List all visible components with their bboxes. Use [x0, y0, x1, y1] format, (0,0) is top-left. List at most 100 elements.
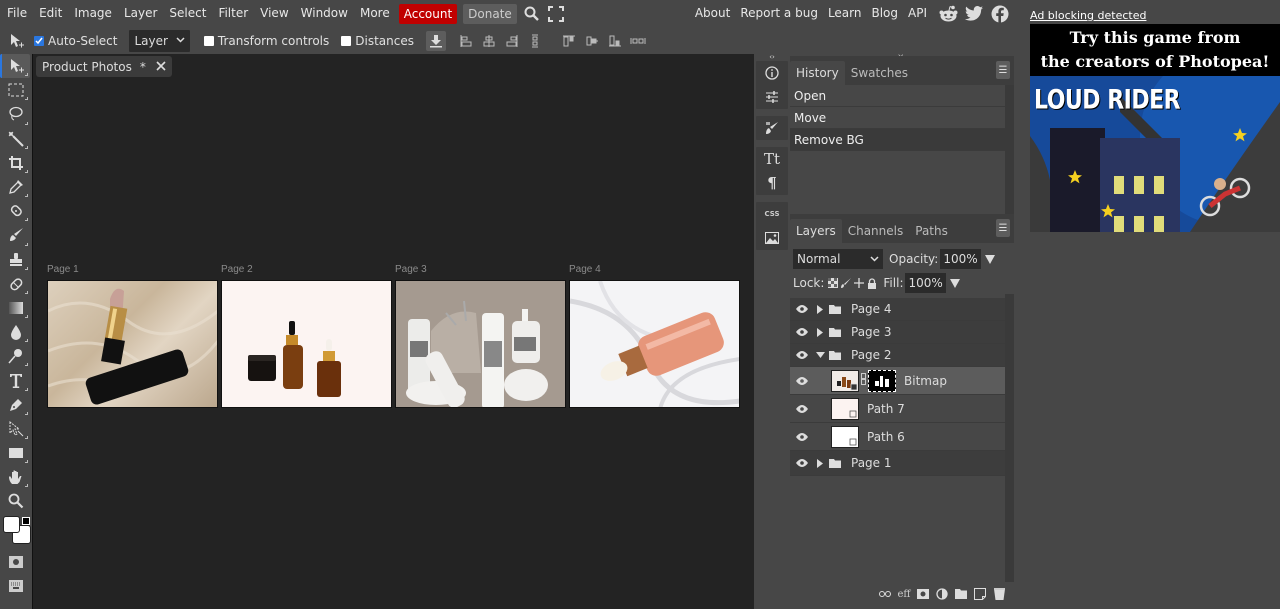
search-icon[interactable] — [522, 4, 542, 24]
donate-button[interactable]: Donate — [463, 3, 517, 24]
character-icon[interactable]: Tt — [756, 147, 788, 171]
artboard-page-3[interactable]: Page 3 — [395, 264, 566, 408]
menu-filter[interactable]: Filter — [212, 0, 254, 27]
align-right-icon[interactable] — [502, 31, 522, 51]
auto-select-checkbox[interactable]: Auto-Select — [34, 34, 117, 48]
lock-transparency-icon[interactable] — [828, 278, 839, 288]
facebook-icon[interactable] — [990, 4, 1010, 24]
align-left-icon[interactable] — [456, 31, 476, 51]
close-icon[interactable] — [156, 59, 166, 75]
align-center-h-icon[interactable] — [479, 31, 499, 51]
clone-stamp-tool[interactable] — [2, 248, 30, 272]
collapse-arrows-icon[interactable]: ‹› — [754, 54, 790, 61]
add-mask-icon[interactable] — [916, 587, 930, 601]
magic-wand-tool[interactable] — [2, 127, 30, 151]
pen-tool[interactable] — [2, 393, 30, 417]
zoom-tool[interactable] — [2, 489, 30, 513]
caret-right-icon[interactable] — [813, 304, 827, 314]
blur-tool[interactable] — [2, 320, 30, 344]
artboard-page-1[interactable]: Page 1 — [47, 264, 218, 408]
tab-channels[interactable]: Channels — [842, 219, 910, 243]
new-layer-icon[interactable] — [973, 587, 987, 601]
checkbox-unchecked-icon[interactable] — [203, 35, 214, 46]
menu-layer[interactable]: Layer — [118, 0, 163, 27]
panel-menu-icon[interactable]: ☰ — [996, 219, 1010, 237]
menu-edit[interactable]: Edit — [33, 0, 68, 27]
tab-swatches[interactable]: Swatches — [845, 61, 914, 85]
menu-view[interactable]: View — [254, 0, 294, 27]
about-link[interactable]: About — [690, 0, 735, 27]
twitter-icon[interactable] — [964, 4, 984, 24]
visibility-eye-icon[interactable] — [791, 328, 813, 336]
report-bug-link[interactable]: Report a bug — [735, 0, 823, 27]
eraser-tool[interactable] — [2, 272, 30, 296]
gradient-tool[interactable] — [2, 296, 30, 320]
type-tool[interactable] — [2, 368, 30, 392]
caret-right-icon[interactable] — [813, 327, 827, 337]
menu-file[interactable]: File — [0, 0, 33, 27]
align-middle-icon[interactable] — [582, 31, 602, 51]
delete-layer-icon[interactable] — [992, 587, 1006, 601]
info-icon[interactable] — [756, 61, 788, 85]
opacity-input[interactable]: 100% — [940, 249, 981, 269]
layer-row-page-2[interactable]: Page 2 — [790, 344, 1005, 367]
mask-link-icon[interactable] — [861, 373, 866, 388]
default-colors-icon[interactable] — [22, 516, 30, 525]
download-icon[interactable] — [426, 30, 446, 51]
account-button[interactable]: Account — [398, 3, 458, 24]
layer-row-page-1[interactable]: Page 1 — [790, 451, 1005, 476]
checkbox-checked-icon[interactable] — [34, 35, 44, 46]
history-item[interactable]: Move — [790, 107, 1005, 129]
layer-row-path-6[interactable]: Path 6 — [790, 423, 1005, 451]
visibility-eye-icon[interactable] — [791, 376, 813, 385]
visibility-eye-icon[interactable] — [791, 404, 813, 413]
lock-all-icon[interactable] — [867, 277, 877, 289]
brush-settings-icon[interactable] — [756, 116, 788, 140]
caret-right-icon[interactable] — [813, 458, 827, 468]
healing-brush-tool[interactable] — [2, 199, 30, 223]
move-tool[interactable] — [0, 54, 30, 79]
canvas-area[interactable]: Product Photos * Page 1 Page 2 Page 3 Pa… — [32, 54, 754, 609]
lock-pixels-icon[interactable] — [841, 278, 852, 288]
artboard-page-4[interactable]: Page 4 — [569, 264, 740, 408]
link-layers-icon[interactable] — [878, 587, 892, 601]
layer-row-page-3[interactable]: Page 3 — [790, 321, 1005, 344]
new-group-icon[interactable] — [954, 587, 968, 601]
keyboard-icon[interactable] — [2, 574, 30, 598]
paragraph-icon[interactable]: ¶ — [756, 171, 788, 195]
eyedropper-tool[interactable] — [2, 175, 30, 199]
dodge-tool[interactable] — [2, 344, 30, 368]
tab-paths[interactable]: Paths — [909, 219, 954, 243]
shape-tool[interactable] — [2, 441, 30, 465]
fullscreen-icon[interactable] — [546, 4, 566, 24]
lasso-tool[interactable] — [2, 102, 30, 126]
ad-blocking-notice-link[interactable]: Ad blocking detected — [1030, 9, 1280, 24]
menu-more[interactable]: More — [354, 0, 396, 27]
api-link[interactable]: API — [903, 0, 932, 27]
fill-dropdown-icon[interactable] — [949, 278, 960, 288]
history-scrollbar[interactable] — [1005, 85, 1014, 216]
visibility-eye-icon[interactable] — [791, 432, 813, 441]
artboard-page-2[interactable]: Page 2 — [221, 264, 392, 408]
quick-mask-button[interactable] — [2, 550, 30, 574]
caret-down-icon[interactable] — [813, 352, 827, 358]
hand-tool[interactable] — [2, 465, 30, 489]
history-item[interactable]: Open — [790, 85, 1005, 107]
layer-row-bitmap[interactable]: Bitmap — [790, 367, 1005, 395]
path-select-tool[interactable] — [2, 417, 30, 441]
layers-scrollbar[interactable] — [1005, 294, 1014, 582]
menu-window[interactable]: Window — [295, 0, 354, 27]
checkbox-unchecked-icon[interactable] — [341, 35, 352, 46]
image-icon[interactable] — [756, 226, 788, 250]
opacity-dropdown-icon[interactable] — [984, 254, 995, 264]
tab-layers[interactable]: Layers — [790, 219, 842, 243]
document-tab[interactable]: Product Photos * — [36, 56, 172, 77]
brush-tool[interactable] — [2, 223, 30, 247]
align-bottom-icon[interactable] — [605, 31, 625, 51]
layer-row-page-4[interactable]: Page 4 — [790, 298, 1005, 321]
blog-link[interactable]: Blog — [866, 0, 903, 27]
foreground-color[interactable] — [3, 515, 20, 533]
align-top-icon[interactable] — [559, 31, 579, 51]
fill-input[interactable]: 100% — [905, 273, 946, 293]
layer-row-path-7[interactable]: Path 7 — [790, 395, 1005, 423]
